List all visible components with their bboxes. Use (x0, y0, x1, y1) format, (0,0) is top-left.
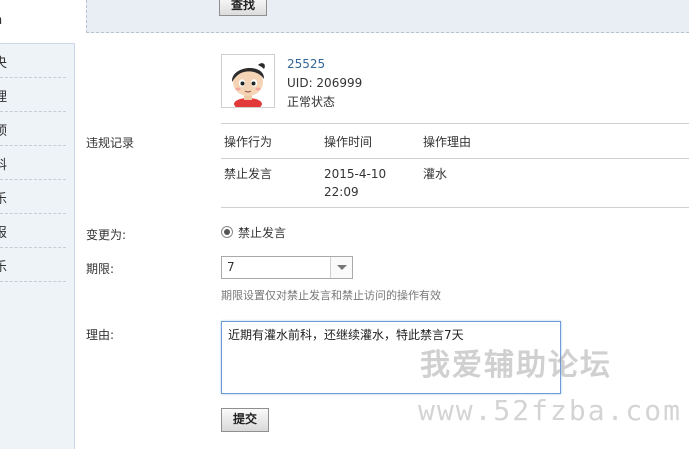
sidebar-item[interactable]: 乐 (0, 248, 66, 282)
table-cell-reason: 灌水 (423, 167, 448, 181)
sidebar-item-label: n (0, 13, 2, 28)
table-header-reason: 操作理由 (423, 135, 472, 149)
avatar (221, 54, 275, 110)
sidebar-item-label: 乐 (0, 192, 8, 207)
sidebar-item-label: 顶 (0, 124, 8, 139)
sidebar-item-label: 科 (0, 158, 8, 173)
sidebar-item[interactable]: 央 (0, 44, 66, 78)
sidebar-item-active[interactable]: n (0, 0, 75, 44)
duration-hint: 期限设置仅对禁止发言和禁止访问的操作有效 (221, 289, 441, 302)
user-status: 正常状态 (287, 95, 336, 109)
watermark-title: 我爱辅助论坛 (420, 348, 612, 383)
sidebar-item[interactable]: 顶 (0, 112, 66, 146)
reason-label: 理由: (86, 328, 115, 342)
sidebar: n 央 理 顶 科 乐 报 乐 (0, 0, 75, 449)
change-to-label: 变更为: (86, 228, 127, 242)
duration-label: 期限: (86, 262, 115, 276)
submit-button[interactable]: 提交 (221, 408, 269, 432)
username-link[interactable]: 25525 (287, 57, 325, 71)
sidebar-item-label: 央 (0, 56, 8, 71)
table-cell-date: 2015-4-10 (324, 167, 387, 181)
ban-speech-radio-label[interactable]: 禁止发言 (238, 224, 286, 241)
cartoon-avatar-icon (222, 55, 274, 110)
sidebar-item[interactable]: 理 (0, 78, 66, 112)
sidebar-item-label: 报 (0, 226, 8, 241)
chevron-down-icon[interactable] (330, 257, 352, 278)
table-header-action: 操作行为 (224, 135, 273, 149)
search-button[interactable]: 查找 (219, 0, 267, 16)
sidebar-item[interactable]: 乐 (0, 180, 66, 214)
table-cell-action: 禁止发言 (224, 167, 273, 181)
sidebar-item-label: 理 (0, 90, 8, 105)
sidebar-item-label: 乐 (0, 260, 8, 275)
user-uid: UID: 206999 (287, 76, 363, 90)
table-header-time: 操作时间 (324, 135, 373, 149)
table-header-divider (221, 158, 689, 159)
violation-table: 操作行为 操作时间 操作理由 禁止发言 2015-4-10 22:09 灌水 (221, 123, 689, 208)
search-strip (86, 0, 689, 33)
ban-speech-radio[interactable] (221, 226, 233, 238)
sidebar-item[interactable]: 报 (0, 214, 66, 248)
sidebar-item[interactable]: 科 (0, 146, 66, 180)
duration-select[interactable]: 7 (221, 256, 353, 279)
duration-select-value: 7 (227, 260, 235, 274)
violation-record-label: 违规记录 (86, 136, 135, 150)
watermark-url: www.52fzba.com (418, 394, 683, 427)
table-cell-time: 22:09 (324, 185, 359, 199)
